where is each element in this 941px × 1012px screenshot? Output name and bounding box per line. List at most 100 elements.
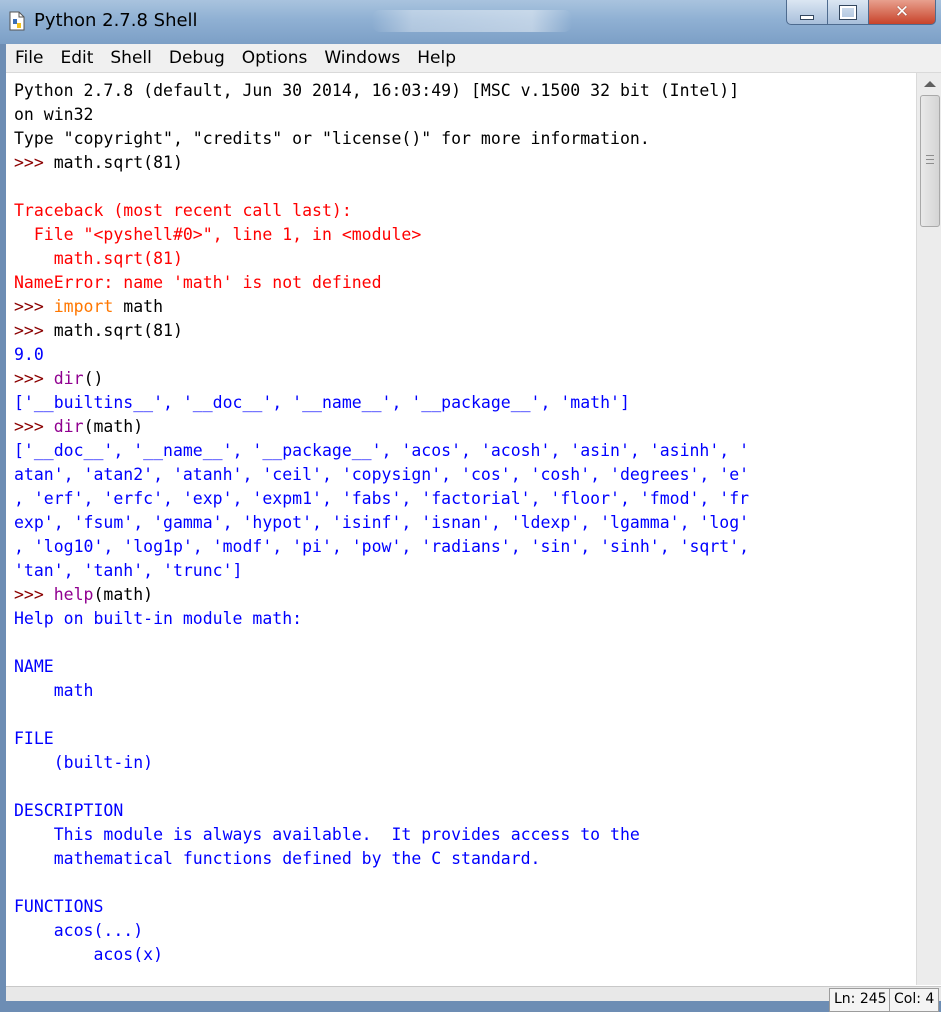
shell-prompt: >>> [14,321,54,340]
shell-text: Python 2.7.8 (default, Jun 30 2014, 16:0… [14,81,740,100]
shell-line: >>> dir(math) [14,415,749,439]
shell-line: ['__doc__', '__name__', '__package__', '… [14,439,749,463]
title-bar[interactable]: Python 2.7.8 Shell ✕ [0,0,941,44]
grip-line [926,163,934,164]
shell-line: (built-in) [14,751,749,775]
shell-text: (math) [93,585,154,604]
shell-line: math [14,679,749,703]
shell-text: FUNCTIONS [14,897,104,916]
status-column-number: Col: 4 [889,988,940,1012]
shell-text: File "<pyshell#0>", line 1, in <module> [14,225,422,244]
shell-text: 'tan', 'tanh', 'trunc'] [14,561,243,580]
shell-line [14,871,749,895]
shell-text: , 'erf', 'erfc', 'exp', 'expm1', 'fabs',… [14,489,750,508]
shell-line: NameError: name 'math' is not defined [14,271,749,295]
menu-debug[interactable]: Debug [160,48,233,68]
shell-text-area[interactable]: Python 2.7.8 (default, Jun 30 2014, 16:0… [6,73,915,985]
shell-prompt: >>> [14,153,54,172]
shell-line [14,631,749,655]
shell-line: DESCRIPTION [14,799,749,823]
shell-text: ['__builtins__', '__doc__', '__name__', … [14,393,630,412]
grip-line [926,159,934,160]
python-file-icon [9,11,25,31]
shell-text: NAME [14,657,54,676]
shell-output: Python 2.7.8 (default, Jun 30 2014, 16:0… [14,79,749,967]
shell-line: NAME [14,655,749,679]
shell-text: math.sqrt(81) [53,321,183,340]
shell-line: Traceback (most recent call last): [14,199,749,223]
shell-text: , 'log10', 'log1p', 'modf', 'pi', 'pow',… [14,537,750,556]
grip-line [926,155,934,156]
shell-line: >>> dir() [14,367,749,391]
shell-line: >>> math.sqrt(81) [14,319,749,343]
menu-help[interactable]: Help [408,48,464,68]
shell-text: atan', 'atan2', 'atanh', 'ceil', 'copysi… [14,465,750,484]
shell-text: math [113,297,164,316]
shell-line: >>> import math [14,295,749,319]
maximize-icon [839,4,857,20]
shell-text: 9.0 [14,345,44,364]
shell-line: , 'erf', 'erfc', 'exp', 'expm1', 'fabs',… [14,487,749,511]
shell-text: (math) [83,417,144,436]
shell-text: () [83,369,104,388]
status-line-number: Ln: 245 [829,988,892,1012]
status-bar: Ln: 245 Col: 4 [6,986,941,1012]
shell-text: exp', 'fsum', 'gamma', 'hypot', 'isinf',… [14,513,750,532]
close-button[interactable]: ✕ [868,0,936,25]
minimize-icon [800,14,814,20]
menu-shell[interactable]: Shell [101,48,159,68]
shell-text: dir [53,369,84,388]
shell-line [14,175,749,199]
maximize-button[interactable] [827,0,869,25]
shell-prompt: >>> [14,369,54,388]
vertical-scrollbar[interactable] [916,73,941,985]
shell-line: Type "copyright", "credits" or "license(… [14,127,749,151]
shell-text: Help on built-in module math: [14,609,303,628]
shell-line: This module is always available. It prov… [14,823,749,847]
shell-text: Traceback (most recent call last): [14,201,352,220]
shell-line: File "<pyshell#0>", line 1, in <module> [14,223,749,247]
shell-line: acos(...) [14,919,749,943]
background-title-glow [372,10,572,32]
shell-text: import [53,297,114,316]
shell-line: math.sqrt(81) [14,247,749,271]
shell-line: >>> math.sqrt(81) [14,151,749,175]
shell-text: on win32 [14,105,94,124]
shell-window: File Edit Shell Debug Options Windows He… [6,44,941,1012]
window-title: Python 2.7.8 Shell [34,10,198,31]
shell-prompt: >>> [14,585,54,604]
shell-line: Help on built-in module math: [14,607,749,631]
menu-edit[interactable]: Edit [51,48,101,68]
shell-line: FUNCTIONS [14,895,749,919]
shell-text: math [14,681,94,700]
shell-prompt: >>> [14,297,54,316]
shell-text: math.sqrt(81) [14,249,183,268]
shell-line: mathematical functions defined by the C … [14,847,749,871]
shell-line [14,703,749,727]
shell-text: FILE [14,729,54,748]
shell-text: (built-in) [14,753,154,772]
menu-options[interactable]: Options [233,48,316,68]
shell-line: , 'log10', 'log1p', 'modf', 'pi', 'pow',… [14,535,749,559]
scrollbar-thumb[interactable] [920,95,940,227]
close-icon: ✕ [894,2,910,22]
shell-line: atan', 'atan2', 'atanh', 'ceil', 'copysi… [14,463,749,487]
shell-text: DESCRIPTION [14,801,124,820]
shell-text: math.sqrt(81) [53,153,183,172]
shell-text: This module is always available. It prov… [14,825,640,844]
scroll-up-icon[interactable] [924,81,936,87]
shell-line: ['__builtins__', '__doc__', '__name__', … [14,391,749,415]
shell-text: ['__doc__', '__name__', '__package__', '… [14,441,750,460]
shell-line: on win32 [14,103,749,127]
menu-windows[interactable]: Windows [315,48,408,68]
shell-prompt: >>> [14,417,54,436]
shell-text: NameError: name 'math' is not defined [14,273,382,292]
shell-text: acos(...) [14,921,144,940]
shell-line: FILE [14,727,749,751]
shell-line: 9.0 [14,343,749,367]
minimize-button[interactable] [786,0,828,25]
menu-bar: File Edit Shell Debug Options Windows He… [6,44,941,73]
shell-line: >>> help(math) [14,583,749,607]
shell-text: help [53,585,94,604]
menu-file[interactable]: File [6,48,51,68]
